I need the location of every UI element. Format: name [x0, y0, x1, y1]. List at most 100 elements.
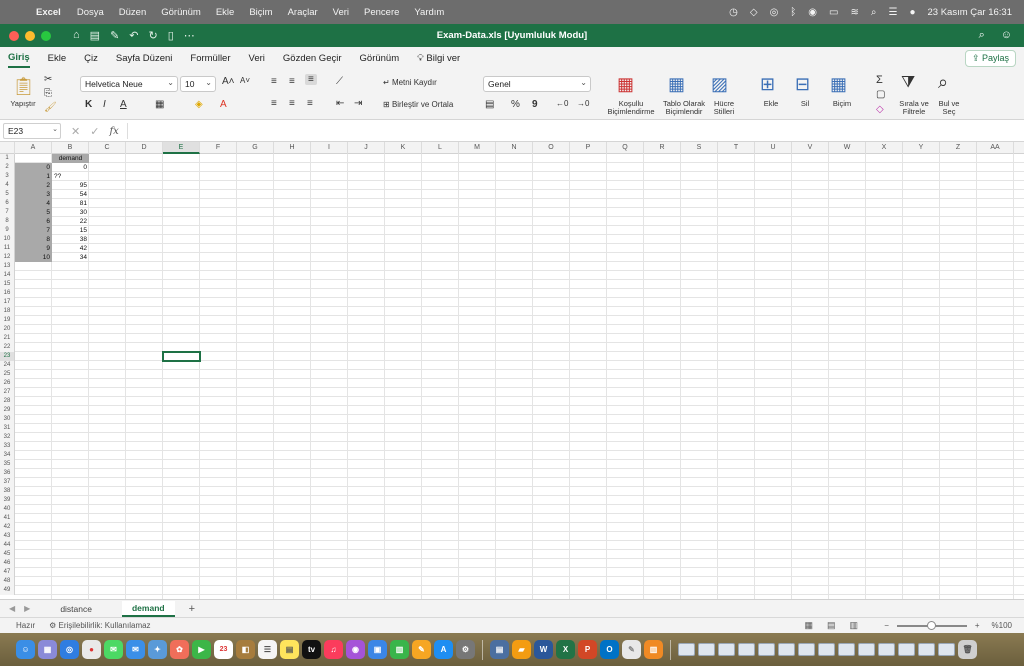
- column-header-T[interactable]: T: [718, 142, 755, 154]
- minimized-window-thumbnail[interactable]: [878, 643, 895, 656]
- font-color-icon[interactable]: A: [220, 99, 227, 110]
- normal-view-icon[interactable]: ▦: [804, 620, 813, 631]
- zoom-in-button[interactable]: +: [975, 621, 980, 630]
- increase-decimal-icon[interactable]: ←0: [556, 99, 568, 108]
- outlook-icon[interactable]: O: [600, 640, 619, 659]
- wifi-icon[interactable]: ≋: [850, 7, 858, 18]
- row-header-16[interactable]: 16: [0, 289, 15, 298]
- cell-B7[interactable]: 30: [52, 208, 89, 217]
- row-header-49[interactable]: 49: [0, 586, 15, 595]
- share-person-icon[interactable]: ☺: [1001, 29, 1012, 42]
- menu-bicim[interactable]: Biçim: [249, 7, 272, 18]
- selected-cell-outline[interactable]: [162, 351, 201, 362]
- tell-me-box[interactable]: 💡︎ Bilgi ver: [417, 50, 460, 67]
- column-header-A[interactable]: A: [15, 142, 52, 154]
- column-header-L[interactable]: L: [422, 142, 459, 154]
- underline-button[interactable]: A: [120, 99, 127, 110]
- increase-indent-icon[interactable]: ⇥: [354, 98, 362, 109]
- minimized-window-thumbnail[interactable]: [898, 643, 915, 656]
- tab-ekle[interactable]: Ekle: [48, 50, 66, 67]
- row-header-37[interactable]: 37: [0, 478, 15, 487]
- align-top-icon[interactable]: ≡: [271, 76, 277, 87]
- column-header-N[interactable]: N: [496, 142, 533, 154]
- column-header-M[interactable]: M: [459, 142, 496, 154]
- minimized-window-thumbnail[interactable]: [738, 643, 755, 656]
- row-header-29[interactable]: 29: [0, 406, 15, 415]
- podcasts-icon[interactable]: ◉: [346, 640, 365, 659]
- column-header-H[interactable]: H: [274, 142, 311, 154]
- decrease-font-icon[interactable]: A˅: [240, 76, 250, 85]
- cell-A9[interactable]: 7: [15, 226, 52, 235]
- cell-A11[interactable]: 9: [15, 244, 52, 253]
- menu-veri[interactable]: Veri: [333, 7, 349, 18]
- cell-B2[interactable]: 0: [52, 163, 89, 172]
- cell-A5[interactable]: 3: [15, 190, 52, 199]
- zoom-level[interactable]: %100: [992, 621, 1012, 630]
- fill-icon[interactable]: ▢: [876, 89, 885, 100]
- files-icon[interactable]: ▣: [368, 640, 387, 659]
- row-header-9[interactable]: 9: [0, 226, 15, 235]
- cell-A12[interactable]: 10: [15, 253, 52, 262]
- row-header-48[interactable]: 48: [0, 577, 15, 586]
- home-icon[interactable]: ⌂: [73, 29, 80, 42]
- row-header-10[interactable]: 10: [0, 235, 15, 244]
- menu-dosya[interactable]: Dosya: [77, 7, 104, 18]
- contacts-icon[interactable]: ◧: [236, 640, 255, 659]
- sort-filter-icon[interactable]: ⧩: [901, 74, 915, 92]
- row-header-26[interactable]: 26: [0, 379, 15, 388]
- sheet-tab-demand[interactable]: demand: [121, 600, 175, 617]
- apple-tv-icon[interactable]: tv: [302, 640, 321, 659]
- minimize-window-button[interactable]: [25, 30, 35, 41]
- row-header-6[interactable]: 6: [0, 199, 15, 208]
- bold-button[interactable]: K: [85, 99, 92, 110]
- align-center-icon[interactable]: ≡: [289, 98, 295, 109]
- row-header-14[interactable]: 14: [0, 271, 15, 280]
- row-header-17[interactable]: 17: [0, 298, 15, 307]
- minimized-window-thumbnail[interactable]: [858, 643, 875, 656]
- minimized-window-thumbnail[interactable]: [938, 643, 955, 656]
- format-as-table-icon[interactable]: ▦: [668, 74, 685, 95]
- zoom-slider-thumb[interactable]: [926, 620, 936, 630]
- column-header-J[interactable]: J: [348, 142, 385, 154]
- row-header-18[interactable]: 18: [0, 307, 15, 316]
- column-header-E[interactable]: E: [163, 142, 200, 154]
- font-size-select[interactable]: 10 ⌄: [180, 76, 216, 92]
- minimized-window-thumbnail[interactable]: [798, 643, 815, 656]
- column-header-R[interactable]: R: [644, 142, 681, 154]
- row-header-34[interactable]: 34: [0, 451, 15, 460]
- add-sheet-button[interactable]: +: [189, 603, 195, 615]
- tab-veri[interactable]: Veri: [249, 50, 265, 67]
- save-icon[interactable]: ▤: [90, 29, 100, 42]
- align-right-icon[interactable]: ≡: [307, 98, 313, 109]
- tab-ciz[interactable]: Çiz: [84, 50, 98, 67]
- cell-B1[interactable]: demand: [52, 154, 89, 163]
- borders-icon[interactable]: ▦: [155, 99, 164, 110]
- cell-B12[interactable]: 34: [52, 253, 89, 262]
- search-icon[interactable]: ⌕: [979, 29, 985, 42]
- name-box[interactable]: E23 ⌄: [3, 123, 61, 139]
- cell-B5[interactable]: 54: [52, 190, 89, 199]
- cell-A4[interactable]: 2: [15, 181, 52, 190]
- minimized-window-thumbnail[interactable]: [818, 643, 835, 656]
- column-header-C[interactable]: C: [89, 142, 126, 154]
- column-header-O[interactable]: O: [533, 142, 570, 154]
- wrap-text-button[interactable]: ↵ Metni Kaydır: [383, 78, 437, 87]
- cell-B9[interactable]: 15: [52, 226, 89, 235]
- minimized-window-thumbnail[interactable]: [718, 643, 735, 656]
- increase-font-icon[interactable]: A˄: [222, 76, 235, 87]
- cell-A6[interactable]: 4: [15, 199, 52, 208]
- siri-icon[interactable]: ●: [909, 7, 915, 18]
- accessibility-status[interactable]: ⚙ Erişilebilirlik: Kullanılamaz: [49, 621, 150, 630]
- row-header-8[interactable]: 8: [0, 217, 15, 226]
- percent-button[interactable]: %: [511, 99, 520, 110]
- row-header-47[interactable]: 47: [0, 568, 15, 577]
- prev-sheet-icon[interactable]: ◀: [9, 604, 15, 613]
- row-header-46[interactable]: 46: [0, 559, 15, 568]
- column-header-B[interactable]: B: [52, 142, 89, 154]
- row-header-23[interactable]: 23: [0, 352, 15, 361]
- folder-icon[interactable]: ▰: [512, 640, 531, 659]
- sheet-tab-distance[interactable]: distance: [50, 602, 102, 616]
- dropbox-icon[interactable]: ◇: [750, 7, 758, 18]
- zoom-slider[interactable]: [896, 620, 967, 630]
- photos-icon[interactable]: ✿: [170, 640, 189, 659]
